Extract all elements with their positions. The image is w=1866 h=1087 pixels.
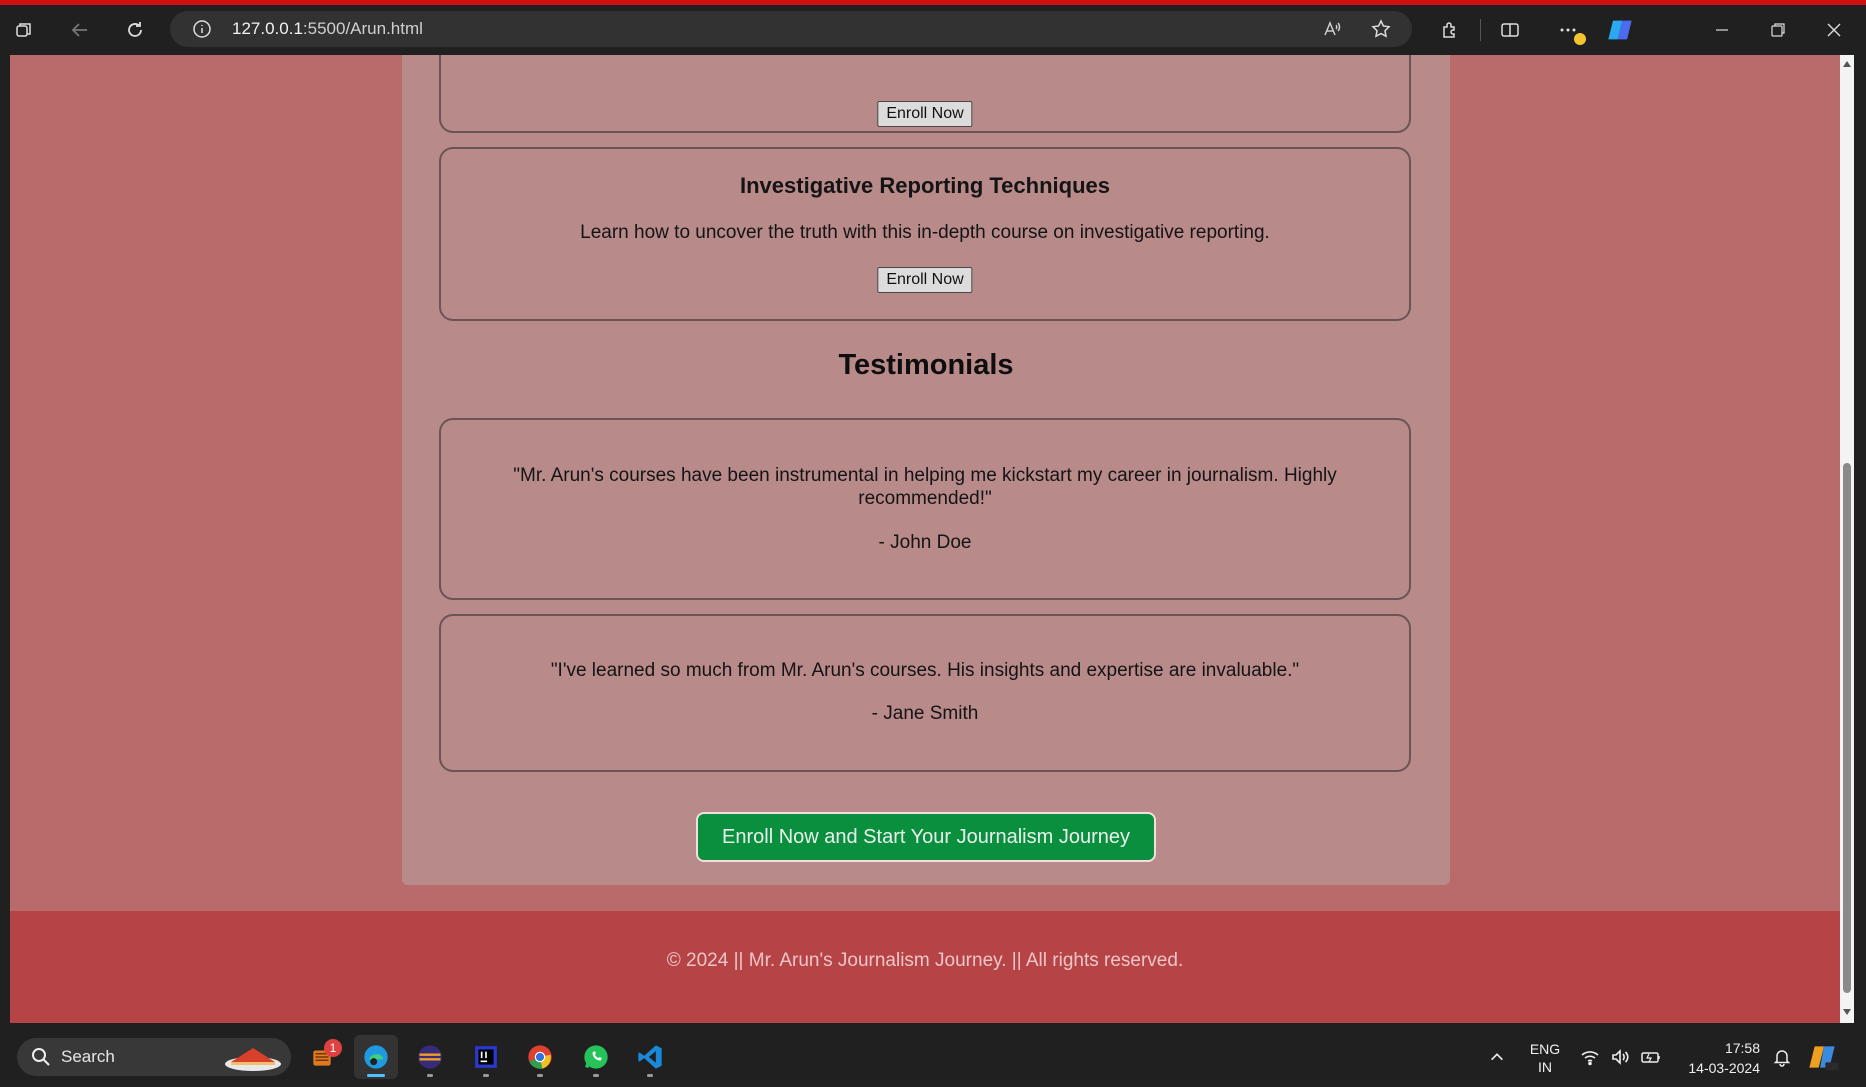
page-footer: © 2024 || Mr. Arun's Journalism Journey.…: [10, 911, 1840, 1023]
taskbar: Search 1 ENG IN 17:58 14-03-2024: [0, 1027, 1866, 1087]
course-description: Learn how to uncover the truth with this…: [580, 222, 1270, 243]
testimonial-card: "Mr. Arun's courses have been instrument…: [439, 418, 1411, 600]
testimonial-author: - Jane Smith: [871, 703, 979, 724]
restore-icon[interactable]: [1756, 5, 1800, 55]
open-indicator: [483, 1074, 489, 1077]
minimize-icon[interactable]: [1700, 5, 1744, 55]
address-bar[interactable]: 127.0.0.1:5500/Arun.html: [170, 11, 1412, 47]
url-text[interactable]: 127.0.0.1:5500/Arun.html: [232, 19, 423, 39]
active-indicator: [367, 1074, 385, 1077]
split-screen-icon[interactable]: [1492, 5, 1528, 55]
course-card: Enroll Now: [439, 55, 1411, 133]
wifi-icon[interactable]: [1580, 1047, 1600, 1067]
language-code: ENG: [1529, 1041, 1561, 1057]
url-host: 127.0.0.1: [232, 19, 303, 38]
favorite-star-icon[interactable]: [1371, 19, 1391, 39]
refresh-icon[interactable]: [117, 5, 153, 55]
read-aloud-icon[interactable]: [1322, 19, 1342, 39]
browser-toolbar: 127.0.0.1:5500/Arun.html: [0, 5, 1866, 55]
open-indicator: [427, 1074, 433, 1077]
notification-badge: 1: [324, 1039, 342, 1057]
testimonial-author: - John Doe: [878, 532, 972, 553]
course-title: Investigative Reporting Techniques: [740, 173, 1110, 198]
clock-date: 14-03-2024: [1688, 1060, 1760, 1076]
open-indicator: [593, 1074, 599, 1077]
taskbar-app-whatsapp[interactable]: [574, 1035, 618, 1079]
footer-copyright: © 2024 || Mr. Arun's Journalism Journey.…: [666, 950, 1184, 971]
testimonials-heading: Testimonials: [838, 349, 1014, 381]
region-code: IN: [1538, 1059, 1552, 1075]
notification-bell-icon[interactable]: [1772, 1047, 1792, 1067]
page-viewport: Enroll Now Investigative Reporting Techn…: [10, 55, 1840, 1023]
vertical-scrollbar[interactable]: [1840, 55, 1854, 1023]
back-icon[interactable]: [62, 5, 98, 55]
testimonial-quote: "Mr. Arun's courses have been instrument…: [513, 465, 1337, 509]
testimonial-card: "I've learned so much from Mr. Arun's co…: [439, 614, 1411, 772]
search-label: Search: [61, 1047, 115, 1066]
info-icon[interactable]: [192, 19, 212, 39]
main-container: Enroll Now Investigative Reporting Techn…: [402, 55, 1450, 885]
close-icon[interactable]: [1812, 5, 1856, 55]
extensions-icon[interactable]: [1432, 5, 1468, 55]
url-path: :5500/Arun.html: [302, 19, 423, 38]
chevron-up-icon[interactable]: [1488, 1048, 1506, 1066]
clock[interactable]: 17:58 14-03-2024: [1680, 1038, 1760, 1078]
taskbar-app-intellij[interactable]: [464, 1035, 508, 1079]
taskbar-app-vscode[interactable]: [628, 1035, 672, 1079]
scroll-up-arrow-icon[interactable]: [1842, 59, 1852, 69]
search-icon: [32, 1048, 50, 1066]
copilot-icon[interactable]: [1600, 5, 1640, 55]
taskbar-app-chrome[interactable]: [518, 1035, 562, 1079]
pie-widget-icon: [225, 1048, 281, 1071]
window-frame: 127.0.0.1:5500/Arun.html Enroll Now Inve…: [0, 5, 1866, 1087]
taskbar-app-files[interactable]: 1: [300, 1035, 344, 1079]
more-icon[interactable]: [1548, 5, 1588, 55]
language-indicator[interactable]: ENG IN: [1528, 1040, 1562, 1076]
toolbar-divider: [1480, 19, 1481, 41]
scrollbar-thumb[interactable]: [1843, 463, 1851, 993]
taskbar-search[interactable]: Search: [17, 1038, 291, 1076]
copilot-taskbar-icon[interactable]: [1808, 1041, 1840, 1073]
battery-icon[interactable]: [1640, 1047, 1662, 1067]
enroll-now-button[interactable]: Enroll Now: [877, 101, 973, 127]
open-indicator: [647, 1074, 653, 1077]
enroll-journey-button[interactable]: Enroll Now and Start Your Journalism Jou…: [696, 812, 1156, 862]
volume-icon[interactable]: [1610, 1047, 1630, 1067]
taskbar-app-eclipse[interactable]: [408, 1035, 452, 1079]
open-indicator: [537, 1074, 543, 1077]
taskbar-app-edge[interactable]: [354, 1035, 398, 1079]
course-card: Investigative Reporting Techniques Learn…: [439, 147, 1411, 321]
enroll-now-button[interactable]: Enroll Now: [877, 267, 973, 293]
scroll-down-arrow-icon[interactable]: [1842, 1007, 1852, 1017]
testimonial-quote: "I've learned so much from Mr. Arun's co…: [550, 660, 1300, 681]
clock-time: 17:58: [1724, 1040, 1760, 1056]
update-badge: [1574, 33, 1586, 45]
tab-actions-icon[interactable]: [6, 5, 42, 55]
